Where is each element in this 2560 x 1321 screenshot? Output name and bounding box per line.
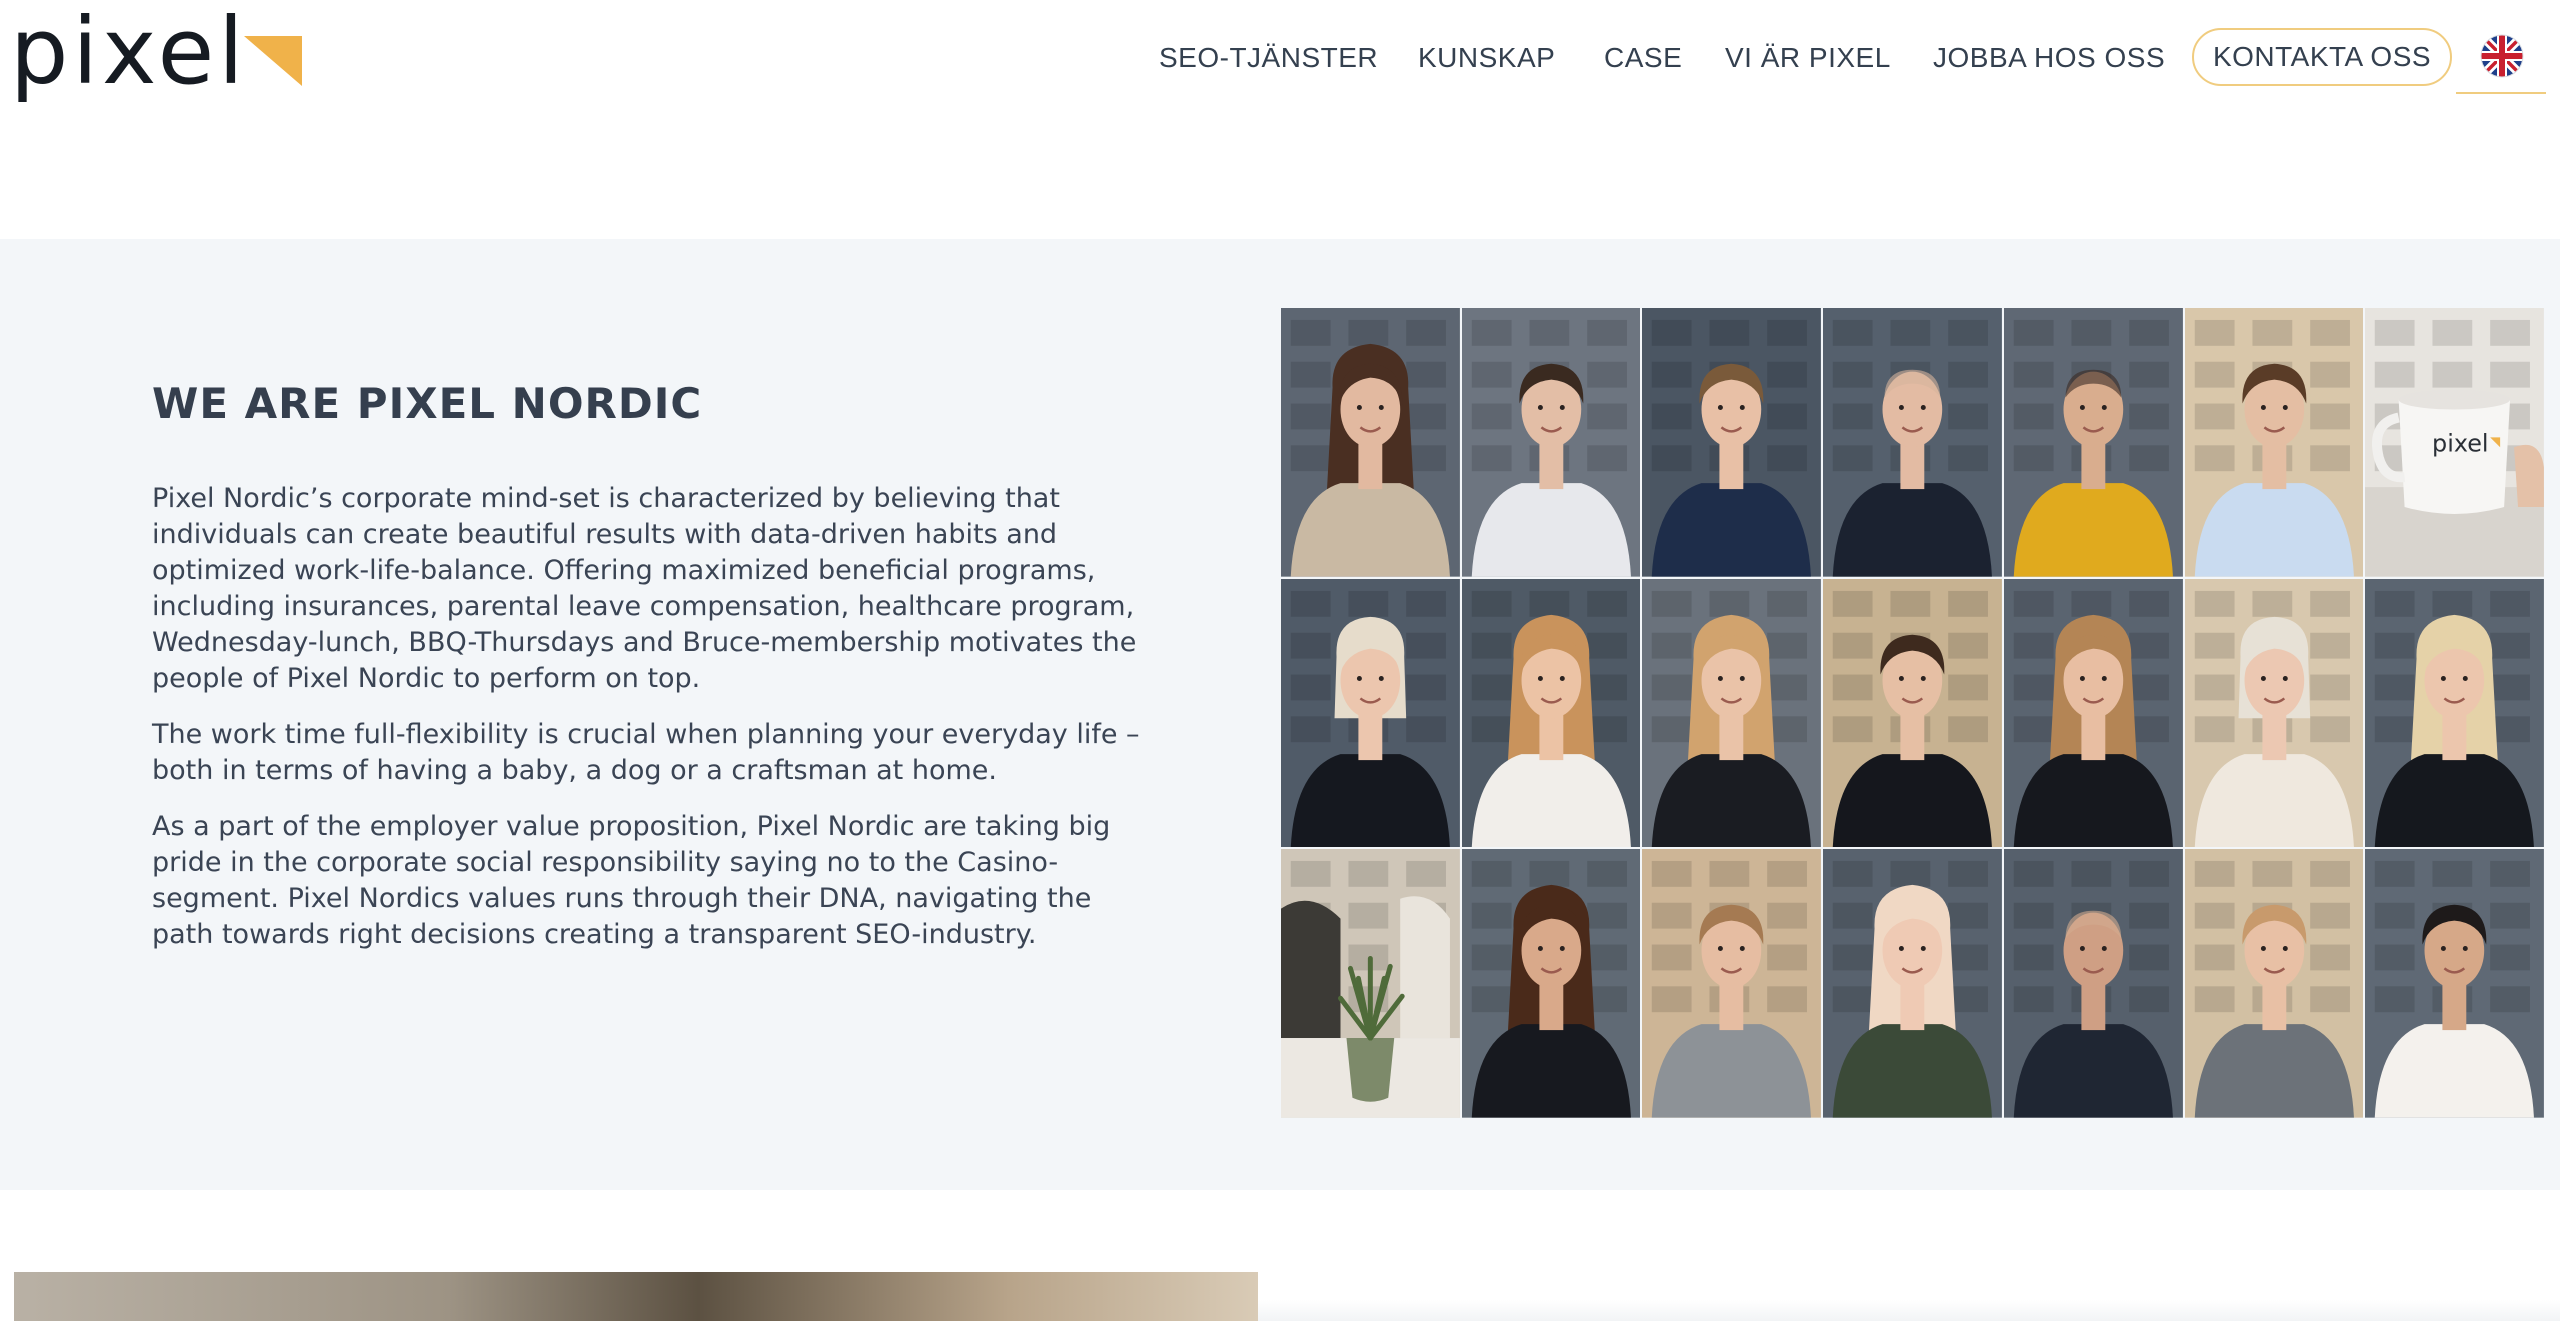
site-header: pixel SEO-TJÄNSTER KUNSKAP CASE VI ÄR PI…	[0, 0, 2560, 120]
about-title: WE ARE PIXEL NORDIC	[152, 379, 703, 428]
next-section-photo	[14, 1272, 1258, 1321]
photo-image	[1823, 849, 2002, 1118]
team-member-photo	[1460, 307, 1642, 578]
logo-triangle-icon	[244, 36, 302, 86]
team-member-photo	[2183, 577, 2365, 849]
contact-button[interactable]: KONTAKTA OSS	[2192, 28, 2452, 86]
photo-image: pixel	[2365, 308, 2544, 577]
logo-wordmark: pixel	[10, 0, 248, 105]
team-member-photo	[1460, 577, 1642, 849]
team-member-photo	[1641, 848, 1823, 1119]
photo-image	[1461, 308, 1641, 577]
team-member-photo	[2183, 307, 2365, 578]
team-member-photo	[2002, 577, 2184, 849]
nav-item-seo-tjanster[interactable]: SEO-TJÄNSTER	[1159, 28, 1378, 88]
team-member-photo	[2364, 577, 2545, 849]
photo-image	[1281, 849, 1460, 1118]
team-member-photo	[1460, 848, 1642, 1119]
photo-image	[2184, 578, 2364, 848]
nav-item-jobba-hos-oss[interactable]: JOBBA HOS OSS	[1933, 28, 2165, 88]
photo-image	[1642, 849, 1822, 1118]
office-plant-photo	[1280, 848, 1461, 1119]
photo-image	[1281, 578, 1460, 848]
mug-logo-text: pixel	[2432, 429, 2489, 457]
about-body: Pixel Nordic’s corporate mind-set is cha…	[152, 481, 1142, 953]
about-paragraph: The work time full-flexibility is crucia…	[152, 719, 1140, 787]
next-section-panel	[1258, 1300, 2560, 1321]
photo-image	[1823, 308, 2002, 577]
team-member-photo	[1822, 307, 2003, 578]
nav-item-kunskap[interactable]: KUNSKAP	[1418, 28, 1555, 88]
photo-image	[2365, 849, 2544, 1118]
uk-flag-icon	[2480, 34, 2524, 78]
team-member-photo	[1822, 848, 2003, 1119]
nav-item-vi-ar-pixel[interactable]: VI ÄR PIXEL	[1725, 28, 1891, 88]
nav-item-case[interactable]: CASE	[1604, 28, 1682, 88]
photo-image	[2003, 578, 2183, 848]
team-member-photo	[1280, 307, 1461, 578]
photo-image	[2365, 578, 2544, 848]
language-switcher[interactable]	[2456, 28, 2546, 94]
team-member-photo	[2002, 848, 2184, 1119]
photo-image	[1823, 578, 2002, 848]
team-member-photo	[1280, 577, 1461, 849]
team-member-photo	[1822, 577, 2003, 849]
photo-image	[2184, 849, 2364, 1118]
about-paragraph: As a part of the employer value proposit…	[152, 811, 1111, 951]
team-member-photo	[2002, 307, 2184, 578]
photo-image	[1642, 578, 1822, 848]
photo-image	[2003, 849, 2183, 1118]
pixel-logo[interactable]: pixel	[10, 2, 310, 108]
team-member-photo	[1641, 307, 1823, 578]
photo-image	[1461, 578, 1641, 848]
about-section: WE ARE PIXEL NORDIC Pixel Nordic’s corpo…	[0, 239, 2560, 1190]
about-text-block: WE ARE PIXEL NORDIC Pixel Nordic’s corpo…	[152, 379, 1142, 973]
team-member-photo	[1641, 577, 1823, 849]
photo-image	[1281, 308, 1460, 577]
team-photo-grid: pixel	[1280, 307, 2545, 1119]
team-member-photo	[2364, 848, 2545, 1119]
photo-image	[2003, 308, 2183, 577]
pixel-mug-photo: pixel	[2364, 307, 2545, 578]
photo-image	[2184, 308, 2364, 577]
team-member-photo	[2183, 848, 2365, 1119]
photo-image	[1642, 308, 1822, 577]
about-paragraph: Pixel Nordic’s corporate mind-set is cha…	[152, 483, 1137, 695]
photo-image	[1461, 849, 1641, 1118]
